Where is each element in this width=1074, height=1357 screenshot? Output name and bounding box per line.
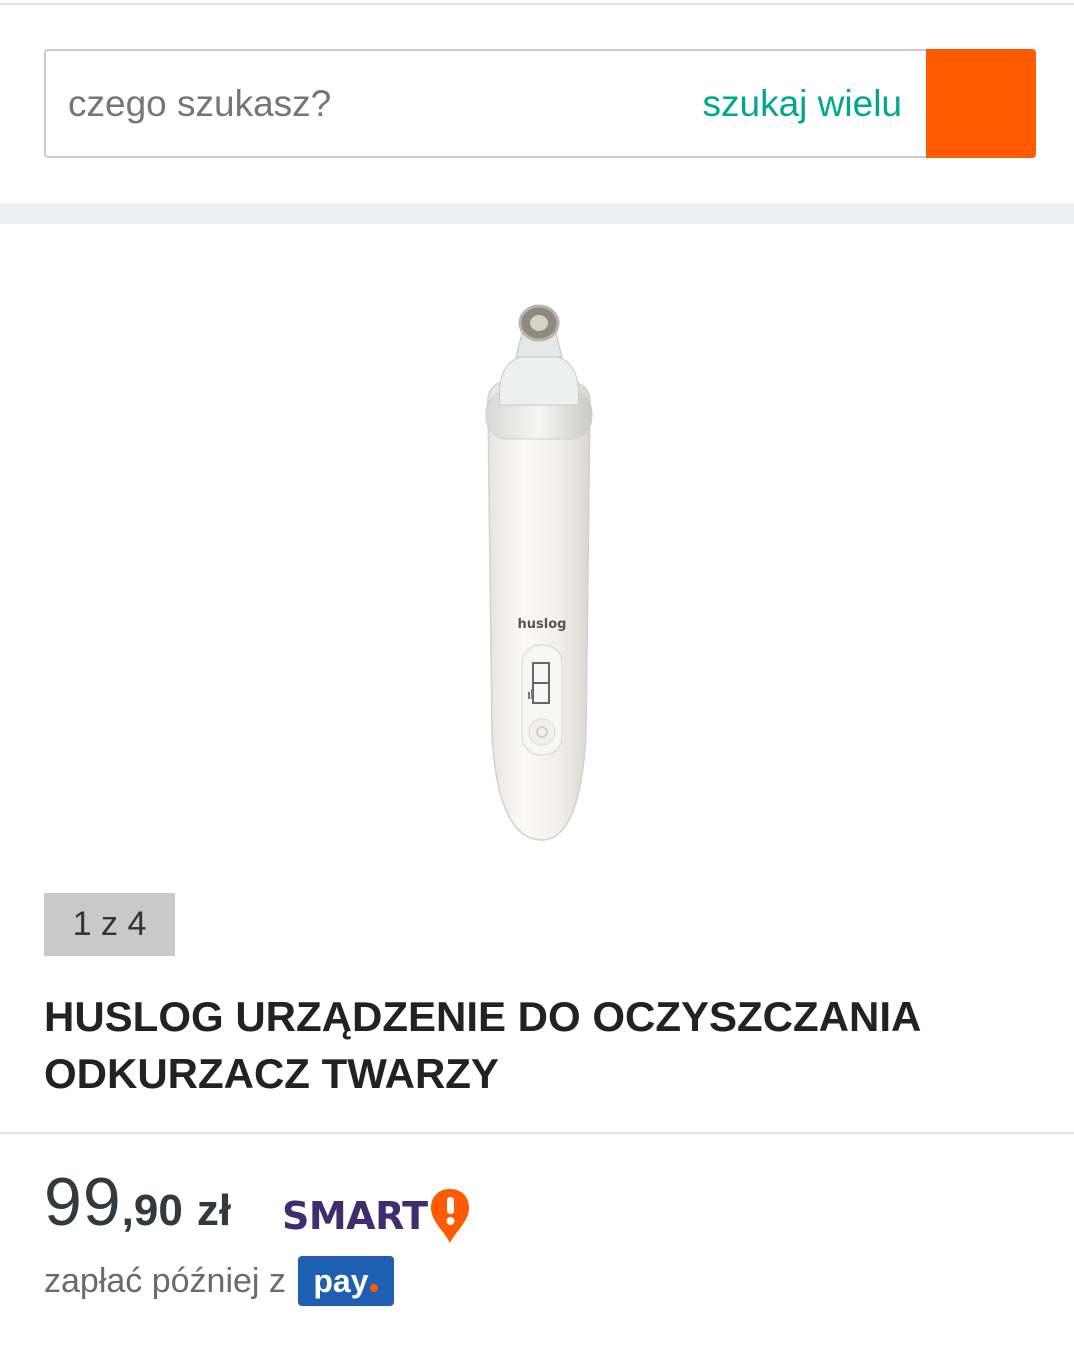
smart-badge[interactable]: SMART (282, 1186, 472, 1246)
price-integer: 99 (44, 1164, 122, 1240)
pay-later-text: zapłać później z (44, 1261, 286, 1300)
pay-dot-icon (370, 1284, 379, 1292)
price-currency: zł (196, 1186, 232, 1235)
pay-later-row: zapłać później z pay (44, 1256, 394, 1306)
pay-badge[interactable]: pay (297, 1256, 394, 1306)
search-bar: czego szukasz? szukaj wielu (44, 49, 1036, 158)
price-fraction: ,90 (121, 1186, 183, 1235)
price: 99 ,90 zł (44, 1163, 231, 1243)
search-input[interactable]: czego szukasz? (68, 51, 331, 156)
top-divider (0, 3, 1074, 5)
svg-text:huslog: huslog (518, 617, 567, 632)
search-button[interactable] (926, 49, 1036, 158)
product-image[interactable]: huslog (330, 295, 748, 855)
divider (0, 1132, 1074, 1134)
pay-label: pay (313, 1262, 369, 1299)
search-many-link[interactable]: szukaj wielu (703, 51, 902, 156)
product-title: HUSLOG URZĄDZENIE DO OCZYSZCZANIA ODKURZ… (44, 993, 920, 1097)
smart-label: SMART (282, 1194, 428, 1238)
exclamation-pin-icon (430, 1189, 469, 1243)
section-separator (0, 203, 1074, 224)
image-counter: 1 z 4 (44, 893, 175, 956)
